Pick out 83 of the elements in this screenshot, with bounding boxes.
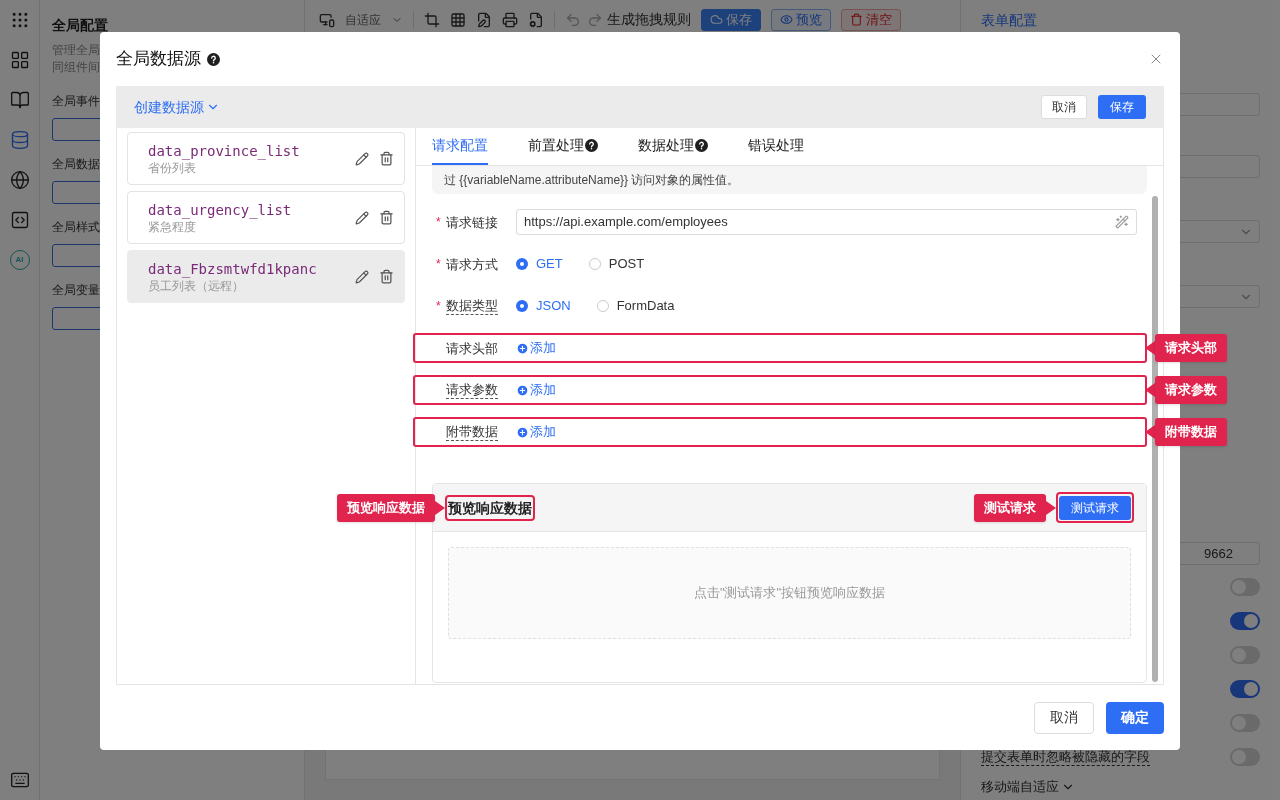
radio-option[interactable]: JSON (516, 296, 571, 316)
datasource-name: data_urgency_list (148, 200, 292, 219)
globe-icon[interactable] (9, 170, 30, 190)
section-label: 全局事件 (52, 93, 100, 109)
datasource-item[interactable]: data_Fbzsmtwfd1kpanc 员工列表（远程） (127, 250, 405, 303)
field-label: 请求参数 (446, 381, 498, 399)
required-mark: * (436, 214, 441, 231)
field-label: 请求方式 (446, 255, 498, 273)
edit-file-icon[interactable] (476, 11, 492, 28)
keyboard-icon[interactable] (9, 770, 30, 790)
grid-icon[interactable] (9, 50, 30, 70)
delete-icon[interactable] (379, 269, 394, 284)
toggle-switch[interactable] (1230, 612, 1260, 630)
radio-option[interactable]: POST (588, 254, 645, 274)
toolbar-button[interactable]: 预览 (771, 8, 831, 31)
field-label: 请求链接 (446, 213, 498, 231)
crop-icon[interactable] (424, 11, 440, 28)
panel-title: 全局配置 (52, 16, 109, 34)
dialog-title: 全局数据源 (116, 48, 201, 71)
toolbar-button[interactable]: 清空 (841, 8, 901, 31)
section-label: 全局数据 (52, 156, 100, 172)
plus-icon (516, 383, 529, 397)
edit-icon[interactable] (355, 269, 369, 284)
trash-icon (850, 13, 863, 26)
delete-icon[interactable] (379, 151, 394, 166)
test-request-button[interactable]: 测试请求 (1059, 496, 1131, 520)
scrollbar[interactable] (1152, 196, 1158, 682)
delete-icon[interactable] (379, 210, 394, 225)
datasource-description: 紧急程度 (148, 219, 197, 235)
url-field[interactable]: https://api.example.com/employees (516, 209, 1137, 235)
required-mark: * (436, 256, 441, 273)
add-button[interactable]: 添加 (516, 422, 556, 442)
tip-text: 过 {{variableName.attributeName}} 访问对象的属性值。 (432, 166, 1147, 194)
save-button[interactable]: 保存 (1098, 95, 1146, 119)
field-label: 附带数据 (446, 423, 498, 441)
help-icon[interactable] (585, 138, 598, 152)
toolbar-button[interactable]: 保存 (701, 8, 761, 31)
grid-icon[interactable] (450, 11, 466, 28)
radio-option[interactable]: FormData (596, 296, 675, 316)
empty-preview: 点击"测试请求"按钮预览响应数据 (448, 547, 1131, 639)
print-icon[interactable] (502, 11, 518, 28)
code-icon[interactable] (9, 210, 30, 230)
tab[interactable]: 前置处理 (528, 127, 598, 165)
confirm-button[interactable]: 确定 (1106, 701, 1164, 734)
toggle-switch[interactable] (1230, 680, 1260, 698)
edit-icon[interactable] (355, 151, 369, 166)
device-icon[interactable] (319, 11, 335, 28)
callout-pointer (435, 500, 445, 515)
mobile-adapt-toggle[interactable]: 移动端自适应 (981, 777, 1260, 797)
form-config-tab[interactable]: 表单配置 (981, 9, 1037, 31)
radio-option[interactable]: GET (516, 254, 563, 274)
cancel-button[interactable]: 取消 (1041, 95, 1087, 119)
field-label: 请求头部 (446, 339, 498, 357)
add-button[interactable]: 添加 (516, 380, 556, 400)
file-icon[interactable] (528, 11, 544, 28)
help-icon[interactable] (695, 138, 708, 152)
field-label: 数据类型 (446, 297, 498, 315)
plus-icon (516, 425, 529, 439)
eye-icon (780, 13, 793, 26)
preview-title: 预览响应数据 (445, 494, 535, 521)
add-button[interactable]: 添加 (516, 338, 556, 358)
book-icon[interactable] (9, 90, 30, 110)
create-datasource-dropdown[interactable]: 创建数据源 (134, 96, 220, 118)
datasource-name: data_Fbzsmtwfd1kpanc (148, 259, 317, 278)
generate-rules-link[interactable]: 生成拖拽规则 (607, 9, 691, 30)
magic-wand-icon[interactable] (1115, 215, 1129, 229)
datasource-description: 省份列表 (148, 160, 197, 176)
datasource-item[interactable]: data_urgency_list 紧急程度 (127, 191, 405, 244)
database-icon[interactable] (9, 130, 30, 150)
tab[interactable]: 数据处理 (638, 127, 708, 165)
edit-icon[interactable] (355, 210, 369, 225)
datasource-item[interactable]: data_province_list 省份列表 (127, 132, 405, 185)
datasource-name: data_province_list (148, 141, 300, 160)
required-mark: * (436, 298, 441, 315)
cancel-button[interactable]: 取消 (1034, 701, 1094, 734)
cloud-icon (710, 13, 723, 26)
help-icon[interactable] (207, 52, 220, 66)
datasource-description: 员工列表（远程） (148, 278, 245, 294)
plus-icon (516, 341, 529, 355)
section-label: 全局变量 (52, 282, 100, 298)
section-label: 全局样式 (52, 219, 100, 235)
device-select[interactable]: 自适应 (345, 10, 403, 29)
tab[interactable]: 错误处理 (748, 127, 804, 165)
